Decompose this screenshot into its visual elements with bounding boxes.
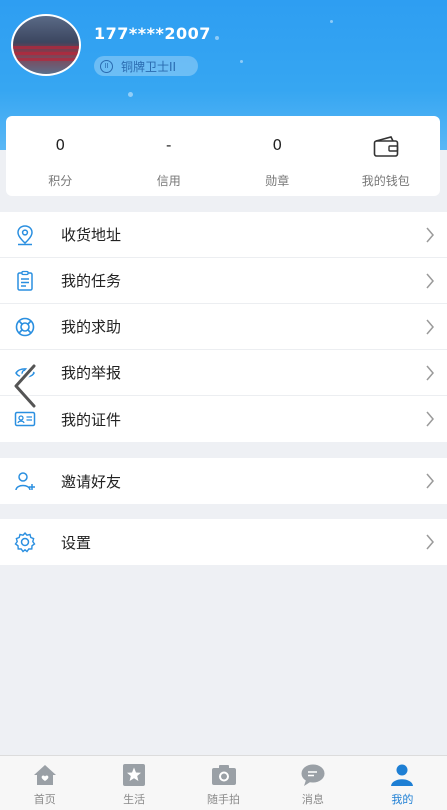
chevron-right-icon <box>426 534 434 550</box>
chevron-right-icon <box>426 411 434 427</box>
menu-item-help[interactable]: 我的求助 <box>0 304 447 350</box>
stat-value: - <box>166 136 172 154</box>
star-icon <box>123 764 146 786</box>
menu-group-settings: 设置 <box>0 519 447 565</box>
decor-dot <box>240 60 243 63</box>
menu-label: 设置 <box>61 533 92 552</box>
add-user-icon <box>15 472 35 491</box>
avatar[interactable] <box>11 14 81 76</box>
stat-value: 0 <box>272 136 283 154</box>
menu-label: 收货地址 <box>61 226 122 244</box>
level-label: 铜牌卫士II <box>121 59 177 74</box>
camera-icon <box>211 765 236 785</box>
tab-life[interactable]: 生活 <box>89 756 178 810</box>
id-card-icon <box>14 411 36 427</box>
menu-group-invite: 邀请好友 <box>0 458 447 504</box>
tab-mine[interactable]: 我的 <box>358 756 447 810</box>
tab-label: 生活 <box>123 793 146 806</box>
tab-label: 首页 <box>33 793 56 806</box>
stat-label: 积分 <box>48 174 73 188</box>
menu-label: 我的求助 <box>61 318 122 336</box>
gear-icon <box>14 531 36 553</box>
stat-credit[interactable]: - 信用 <box>115 116 224 196</box>
stat-label: 信用 <box>156 174 181 188</box>
lifebuoy-icon <box>15 317 35 337</box>
task-list-icon <box>17 270 33 291</box>
menu-label: 我的任务 <box>61 272 122 290</box>
avatar-detail <box>13 52 79 55</box>
chevron-right-icon <box>426 473 434 489</box>
stats-card: 0 积分 - 信用 0 勋章 我的钱包 <box>6 116 440 196</box>
menu-item-reports[interactable]: 我的举报 <box>0 350 447 396</box>
tab-label: 随手拍 <box>207 793 241 806</box>
stat-medals[interactable]: 0 勋章 <box>223 116 332 196</box>
back-gesture-arrow-icon[interactable] <box>10 362 40 410</box>
stat-label: 勋章 <box>265 174 290 188</box>
level-icon: II <box>100 59 113 73</box>
user-icon <box>391 764 414 786</box>
tab-label: 消息 <box>301 793 324 806</box>
chat-icon <box>301 764 325 786</box>
stat-value: 0 <box>55 136 66 154</box>
menu-item-tasks[interactable]: 我的任务 <box>0 258 447 304</box>
menu-label: 我的举报 <box>61 364 122 382</box>
location-pin-icon <box>17 225 33 246</box>
chevron-right-icon <box>426 365 434 381</box>
avatar-detail <box>13 46 79 49</box>
user-phone: 177****2007 <box>94 24 211 43</box>
tab-messages[interactable]: 消息 <box>268 756 357 810</box>
decor-dot <box>128 92 133 97</box>
home-icon <box>33 765 56 785</box>
chevron-right-icon <box>426 227 434 243</box>
tab-snapshot[interactable]: 随手拍 <box>179 756 268 810</box>
chevron-right-icon <box>426 273 434 289</box>
chevron-right-icon <box>426 319 434 335</box>
decor-dot <box>215 36 219 40</box>
menu-item-documents[interactable]: 我的证件 <box>0 396 447 442</box>
tab-label: 我的 <box>391 793 414 806</box>
menu-label: 我的证件 <box>61 410 122 429</box>
tab-home[interactable]: 首页 <box>0 756 89 810</box>
stat-label: 我的钱包 <box>361 174 410 188</box>
menu-item-settings[interactable]: 设置 <box>0 519 447 565</box>
avatar-detail <box>13 58 79 61</box>
decor-dot <box>330 20 333 23</box>
menu-label: 邀请好友 <box>61 472 122 491</box>
stat-points[interactable]: 0 积分 <box>6 116 115 196</box>
level-badge[interactable]: II 铜牌卫士II <box>94 56 198 76</box>
menu-item-address[interactable]: 收货地址 <box>0 212 447 258</box>
stat-wallet[interactable]: 我的钱包 <box>332 116 441 196</box>
bottom-tab-bar: 首页 生活 随手拍 消息 我的 <box>0 755 447 810</box>
wallet-icon <box>373 136 399 157</box>
menu-item-invite[interactable]: 邀请好友 <box>0 458 447 504</box>
menu-group-main: 收货地址 我的任务 我的求助 我的举报 我的证件 <box>0 212 447 442</box>
